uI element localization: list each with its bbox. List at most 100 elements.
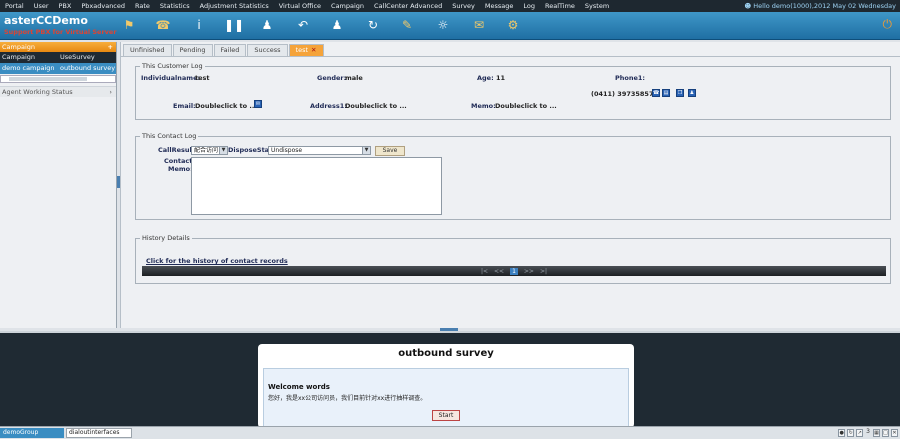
conference-icon[interactable]: ♟ bbox=[258, 16, 276, 34]
memo-label: Memo: bbox=[471, 102, 496, 110]
menu-system[interactable]: System bbox=[580, 0, 614, 12]
chevron-down-icon: ▼ bbox=[219, 147, 227, 154]
survey-area: outbound survey Welcome words 您好，我是xx公司访… bbox=[0, 331, 900, 428]
chevron-down-icon: ▼ bbox=[362, 147, 370, 154]
tab-test-label: test bbox=[295, 46, 309, 54]
pager-next[interactable]: >> bbox=[524, 268, 534, 275]
window-icon[interactable]: □ bbox=[882, 429, 889, 437]
pager-prev[interactable]: << bbox=[494, 268, 504, 275]
tab-divider bbox=[121, 56, 900, 57]
mail-icon[interactable]: ✉ bbox=[470, 16, 488, 34]
individualname-value[interactable]: test bbox=[195, 74, 210, 82]
add-user-icon[interactable]: ⚑ bbox=[120, 16, 138, 34]
address-value[interactable]: Doubleclick to ... bbox=[345, 102, 407, 110]
tab-failed[interactable]: Failed bbox=[213, 44, 247, 56]
email-label: Email: bbox=[173, 102, 196, 110]
globe-icon[interactable]: ☼ bbox=[434, 16, 452, 34]
gender-value[interactable]: male bbox=[345, 74, 363, 82]
campaign-survey: outbound survey bbox=[60, 64, 116, 72]
welcome-text: 您好，我是xx公司访问员，我们目前针对xx进行抽样调查。 bbox=[268, 395, 427, 402]
pause-icon[interactable]: ❚❚ bbox=[224, 16, 244, 34]
refresh-icon[interactable]: ↻ bbox=[364, 16, 382, 34]
info-icon[interactable]: i bbox=[190, 16, 208, 34]
menu-portal[interactable]: Portal bbox=[0, 0, 29, 12]
expand-arrow-icon: › bbox=[109, 88, 112, 96]
interfaces-tab[interactable]: dialoutinterfaces bbox=[66, 428, 132, 438]
menu-campaign[interactable]: Campaign bbox=[326, 0, 369, 12]
contact-memo-label-1: Contact bbox=[164, 157, 193, 165]
callresult-value: 配合访问 bbox=[194, 147, 219, 154]
sidebar-scrollbar[interactable] bbox=[0, 75, 116, 83]
tab-success[interactable]: Success bbox=[247, 44, 288, 56]
customer-log-section: This Customer Log bbox=[135, 62, 891, 120]
menu-user[interactable]: User bbox=[29, 0, 54, 12]
menu-log[interactable]: Log bbox=[518, 0, 540, 12]
gender-label: Gender: bbox=[317, 74, 347, 82]
transfer-back-icon[interactable]: ↶ bbox=[294, 16, 312, 34]
email-value[interactable]: Doubleclick to ... bbox=[195, 102, 257, 110]
menu-statistics[interactable]: Statistics bbox=[155, 0, 195, 12]
add-campaign-icon[interactable]: + bbox=[108, 42, 113, 52]
close-icon[interactable]: ✕ bbox=[891, 429, 898, 437]
group-icon[interactable]: ♟ bbox=[328, 16, 346, 34]
top-menu-bar: Portal User PBX Pbxadvanced Rate Statist… bbox=[0, 0, 900, 12]
menu-rate[interactable]: Rate bbox=[130, 0, 155, 12]
close-icon[interactable]: ✕ bbox=[311, 46, 316, 54]
tab-pending[interactable]: Pending bbox=[172, 44, 213, 56]
contact-memo-textarea[interactable] bbox=[191, 157, 442, 215]
tab-unfinished[interactable]: Unfinished bbox=[123, 44, 172, 56]
disposestatus-select[interactable]: Undispose ▼ bbox=[268, 146, 371, 155]
contact-memo-label-2: Memo: bbox=[168, 165, 193, 173]
status-bar: demoGroup dialoutinterfaces ● ↻ ↗ 3 ▦ □ … bbox=[0, 426, 900, 439]
menu-pbxadvanced[interactable]: Pbxadvanced bbox=[76, 0, 130, 12]
scrollbar-thumb[interactable] bbox=[9, 77, 87, 81]
group-tab[interactable]: demoGroup bbox=[0, 428, 64, 438]
settings-icon[interactable]: ⚙ bbox=[504, 16, 522, 34]
start-button[interactable]: Start bbox=[432, 410, 460, 421]
tab-test[interactable]: test ✕ bbox=[288, 44, 324, 56]
menu-survey[interactable]: Survey bbox=[447, 0, 480, 12]
age-label: Age: bbox=[477, 74, 494, 82]
expand-icon[interactable]: ↗ bbox=[856, 429, 864, 437]
dial-icon[interactable]: ☎ bbox=[652, 89, 660, 97]
refresh-icon[interactable]: ↻ bbox=[847, 429, 855, 437]
pager-first[interactable]: |< bbox=[481, 268, 488, 275]
power-icon[interactable]: ⏻ bbox=[883, 17, 893, 32]
phone-label: Phone1: bbox=[615, 74, 646, 82]
pager-current[interactable]: 1 bbox=[510, 267, 518, 275]
disposestatus-value: Undispose bbox=[271, 147, 303, 154]
menu-callcenter-advanced[interactable]: CallCenter Advanced bbox=[369, 0, 447, 12]
campaign-panel-header: Campaign + bbox=[0, 42, 116, 52]
lock-icon[interactable]: ● bbox=[838, 429, 846, 437]
survey-card: outbound survey Welcome words 您好，我是xx公司访… bbox=[258, 344, 634, 428]
phone-value[interactable]: (0411) 39735857 bbox=[591, 90, 653, 98]
menu-adjustment-statistics[interactable]: Adjustment Statistics bbox=[195, 0, 274, 12]
contact-log-legend: This Contact Log bbox=[142, 132, 197, 140]
status-count: 3 bbox=[866, 428, 870, 435]
menu-pbx[interactable]: PBX bbox=[54, 0, 77, 12]
copy-icon[interactable]: ❐ bbox=[676, 89, 684, 97]
person-icon[interactable]: ♟ bbox=[688, 89, 696, 97]
app-subtitle: Support PBX for Virtual Server bbox=[4, 28, 117, 36]
callresult-select[interactable]: 配合访问 ▼ bbox=[191, 146, 228, 155]
save-button[interactable]: Save bbox=[375, 146, 405, 156]
campaign-name: demo campaign bbox=[2, 64, 55, 72]
menu-virtual-office[interactable]: Virtual Office bbox=[274, 0, 326, 12]
campaign-row[interactable]: demo campaign outbound survey bbox=[0, 63, 116, 74]
welcome-title: Welcome words bbox=[268, 383, 330, 391]
history-section: History Details Click for the history of… bbox=[135, 234, 891, 284]
pager-last[interactable]: >| bbox=[540, 268, 547, 275]
history-link[interactable]: Click for the history of contact records bbox=[146, 257, 288, 265]
phone-icon[interactable]: ☎ bbox=[154, 16, 172, 34]
menu-message[interactable]: Message bbox=[480, 0, 519, 12]
col-campaign: Campaign bbox=[2, 53, 36, 61]
memo-value[interactable]: Doubleclick to ... bbox=[495, 102, 557, 110]
age-value[interactable]: 11 bbox=[496, 74, 505, 82]
contact-card-icon[interactable]: ▤ bbox=[662, 89, 670, 97]
menu-realtime[interactable]: RealTime bbox=[540, 0, 580, 12]
edit-icon[interactable]: ✎ bbox=[398, 16, 416, 34]
agent-working-status-panel[interactable]: Agent Working Status › bbox=[0, 86, 116, 97]
individualname-label: Individualname: bbox=[141, 74, 201, 82]
send-email-icon[interactable]: ✉ bbox=[254, 100, 262, 108]
grid-icon[interactable]: ▦ bbox=[873, 429, 880, 437]
